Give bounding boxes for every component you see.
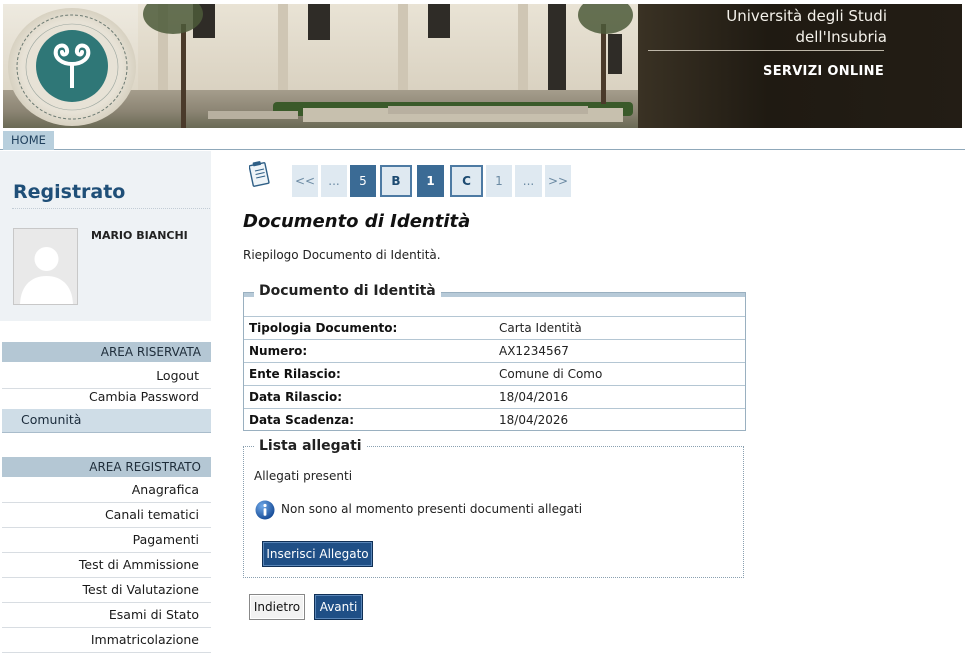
field-label: Ente Rilascio: (249, 367, 341, 381)
pager-step-b[interactable]: B (380, 165, 412, 197)
avatar (13, 228, 78, 305)
field-label: Numero: (249, 344, 308, 358)
table-row: Tipologia Documento: Carta Identità (244, 316, 745, 339)
university-name-line1: Università degli Studi (726, 7, 887, 25)
sidebar-item-immatricolazione[interactable]: Immatricolazione (2, 629, 211, 653)
section-heading-area-riservata: AREA RISERVATA (2, 342, 211, 362)
field-value: 18/04/2016 (499, 390, 569, 404)
services-label: SERVIZI ONLINE (763, 64, 884, 79)
sidebar-item-esami-di-stato[interactable]: Esami di Stato (2, 604, 211, 628)
pager-ellipsis: ... (515, 165, 542, 197)
pager-first-button[interactable]: << (292, 165, 318, 197)
sidebar-item-test-di-valutazione[interactable]: Test di Valutazione (2, 579, 211, 603)
header-divider (648, 50, 884, 51)
sidebar-item-cambia-password[interactable]: Cambia Password (2, 386, 211, 410)
top-nav: HOME (0, 130, 965, 150)
document-identity-section: Documento di Identità Tipologia Document… (243, 283, 746, 431)
university-name: Università degli Studi dell'Insubria (726, 6, 887, 48)
field-value: 18/04/2026 (499, 413, 569, 427)
section-header: Documento di Identità (244, 283, 745, 315)
table-row: Ente Rilascio: Comune di Como (244, 362, 745, 385)
attachments-subtitle: Allegati presenti (254, 469, 353, 483)
section-legend: Lista allegati (254, 438, 367, 454)
info-icon (255, 500, 275, 520)
table-row: Data Scadenza: 18/04/2026 (244, 408, 745, 431)
next-button[interactable]: Avanti (314, 594, 363, 620)
divider (12, 208, 210, 209)
sidebar-item-pagamenti[interactable]: Pagamenti (2, 529, 211, 553)
field-value: Comune di Como (499, 367, 603, 381)
pager-step-5[interactable]: 5 (350, 165, 376, 197)
tab-home[interactable]: HOME (3, 131, 54, 150)
sidebar-item-canali-tematici[interactable]: Canali tematici (2, 504, 211, 528)
pager-last-button[interactable]: >> (545, 165, 571, 197)
section-legend: Documento di Identità (254, 283, 441, 299)
table-row: Data Rilascio: 18/04/2016 (244, 385, 745, 408)
clipboard-icon (249, 161, 270, 187)
field-value: AX1234567 (499, 344, 569, 358)
sidebar-item-comunita[interactable]: Comunità (2, 409, 211, 433)
user-name: MARIO BIANCHI (91, 229, 188, 242)
attachments-section: Lista allegati Allegati presenti Non son… (243, 438, 744, 578)
pager-step-next[interactable]: 1 (486, 165, 512, 197)
sidebar: Registrato MARIO BIANCHI AREA RISERVATA … (0, 151, 212, 655)
university-name-line2: dell'Insubria (795, 28, 887, 46)
page-title: Documento di Identità (243, 211, 471, 232)
field-value: Carta Identità (499, 321, 582, 335)
building-facade (138, 4, 638, 100)
pager-ellipsis: ... (321, 165, 347, 197)
user-panel: Registrato MARIO BIANCHI (0, 151, 211, 321)
pager-step-current: 1 (417, 165, 444, 197)
sidebar-title: Registrato (13, 181, 126, 203)
header-banner: Università degli Studi dell'Insubria SER… (0, 0, 965, 130)
empty-attachments-message: Non sono al momento presenti documenti a… (281, 502, 583, 516)
field-label: Tipologia Documento: (249, 321, 398, 335)
logo-emblem-icon (36, 30, 108, 102)
main-content: << ... 5 B 1 C 1 ... >> Documento di Ide… (243, 151, 763, 655)
field-label: Data Scadenza: (249, 413, 355, 427)
page-description: Riepilogo Documento di Identità. (243, 248, 441, 262)
pager-step-c[interactable]: C (450, 165, 483, 197)
add-attachment-button[interactable]: Inserisci Allegato (262, 541, 373, 567)
sidebar-item-test-di-ammissione[interactable]: Test di Ammissione (2, 554, 211, 578)
field-label: Data Rilascio: (249, 390, 343, 404)
sidebar-item-anagrafica[interactable]: Anagrafica (2, 479, 211, 503)
table-row: Numero: AX1234567 (244, 339, 745, 362)
user-silhouette-icon (20, 247, 73, 304)
university-logo (8, 8, 136, 126)
section-heading-area-registrato: AREA REGISTRATO (2, 457, 211, 477)
back-button[interactable]: Indietro (249, 594, 305, 620)
